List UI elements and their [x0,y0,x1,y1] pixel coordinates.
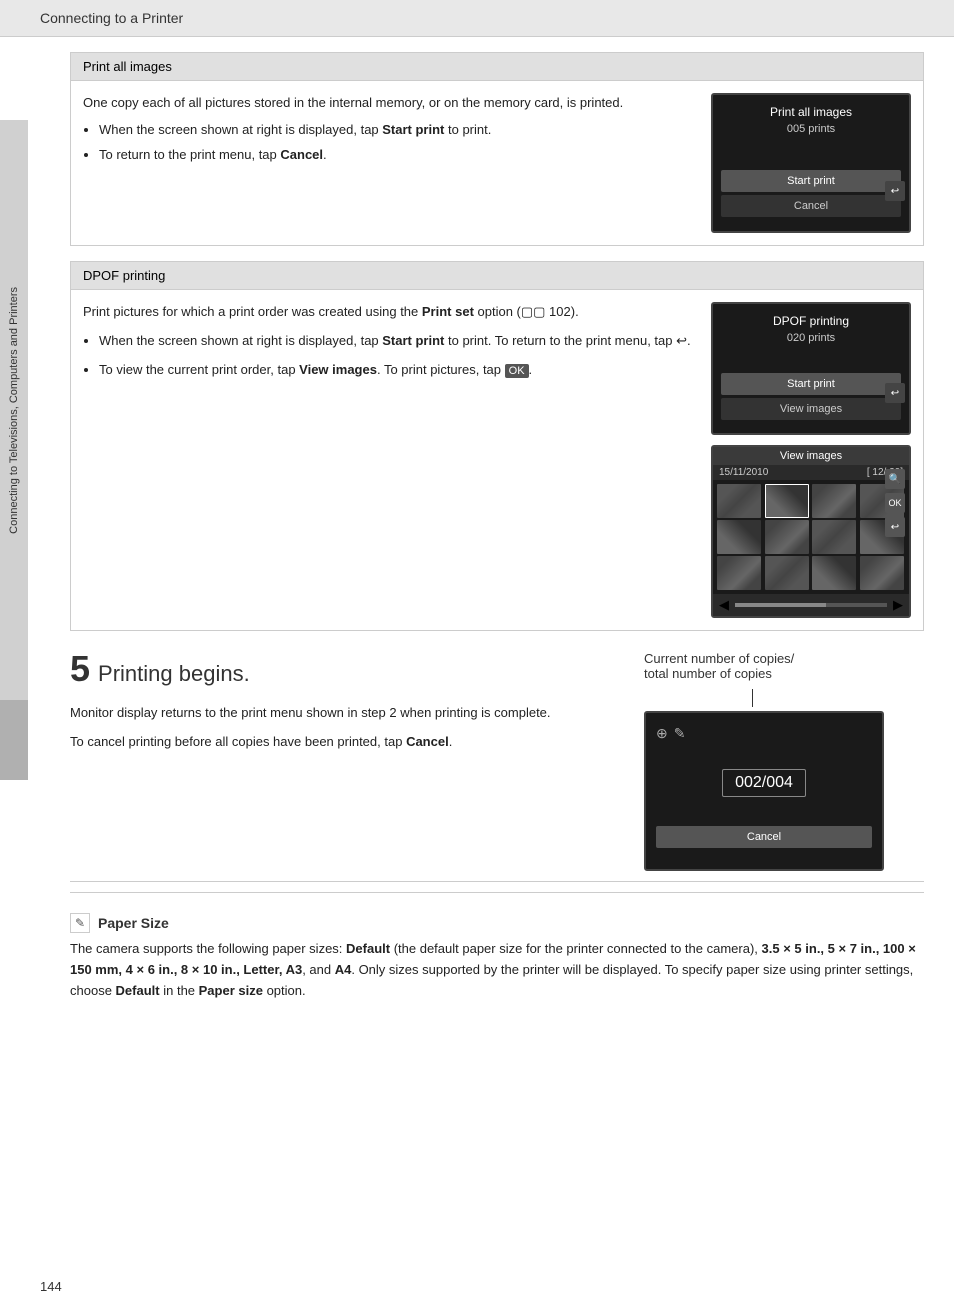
view-date-bar: 15/11/2010 [ 12/ 20] [713,465,909,480]
screen-title-1: Print all images [721,105,901,119]
step-5-section: 5 Printing begins. Monitor display retur… [70,651,924,882]
cancel-bold-1: Cancel [280,147,323,162]
grid-cell-9 [717,556,761,590]
note-title: Paper Size [98,915,169,931]
edit-icon: ✎ [674,725,686,742]
dpof-bullet-1: When the screen shown at right is displa… [99,331,691,352]
step-5-left: 5 Printing begins. Monitor display retur… [70,651,614,871]
print-cancel-btn: Cancel [656,826,872,848]
copies-label: Current number of copies/total number of… [644,651,924,681]
arrow-annotation [644,689,924,707]
print-all-images-text: One copy each of all pictures stored in … [83,93,691,233]
grid-cell-3 [812,484,856,518]
view-date: 15/11/2010 [719,467,768,478]
print-screen-inner: ⊕ ✎ 002/004 Cancel [646,713,882,860]
dpof-view-images-btn: View images [721,398,901,420]
print-set-bold: Print set [422,304,474,319]
dpof-screens: DPOF printing 020 prints Start print Vie… [711,302,911,618]
sidebar-label: Connecting to Televisions, Computers and… [8,287,20,534]
print-all-images-screen: Print all images 005 prints Start print … [711,93,911,233]
grid-cell-2 [765,484,809,518]
nav-track [735,603,887,607]
screen-back-btn-2: ↩ [885,383,905,403]
page-header-title: Connecting to a Printer [40,10,183,26]
grid-cell-6 [765,520,809,554]
print-screen: ⊕ ✎ 002/004 Cancel [644,711,884,871]
print-all-images-description: One copy each of all pictures stored in … [83,93,691,114]
grid-cell-7 [812,520,856,554]
start-print-bold-1: Start print [382,122,444,137]
page-number: 144 [40,1279,62,1294]
paper-size-option-bold: Paper size [199,983,263,998]
screen-back-btn-1: ↩ [885,181,905,201]
screen-subtitle-1: 005 prints [721,123,901,135]
paper-size-note: ✎ Paper Size The camera supports the fol… [70,913,924,1011]
step-body-2: To cancel printing before all copies hav… [70,732,614,753]
note-icon: ✎ [70,913,90,933]
cancel-bold-2: Cancel [406,734,449,749]
dpof-body: Print pictures for which a print order w… [71,290,923,630]
nav-left: ◀ [719,597,729,613]
view-images-header: View images [713,447,909,465]
print-all-images-title: Print all images [71,53,923,81]
nav-right: ▶ [893,597,903,613]
print-counter: 002/004 [722,769,806,797]
step-number: 5 [70,651,90,687]
print-all-images-bullet-2: To return to the print menu, tap Cancel. [99,145,691,166]
back-btn: ↩ [885,517,905,537]
dpof-title: DPOF printing [71,262,923,290]
print-all-images-section: Print all images One copy each of all pi… [70,52,924,246]
a4-bold: A4 [335,962,352,977]
step-title-container: 5 Printing begins. [70,651,614,695]
dpof-screen-1-inner: DPOF printing 020 prints Start print Vie… [713,304,909,433]
zoom-btn: 🔍 [885,469,905,489]
dpof-start-print-btn: Start print [721,373,901,395]
grid-cell-12 [860,556,904,590]
page-header: Connecting to a Printer [0,0,954,37]
print-all-images-bullet-1: When the screen shown at right is displa… [99,120,691,141]
arrow-line [752,689,924,707]
view-nav: ◀ ▶ [713,594,909,616]
main-content: Print all images One copy each of all pi… [40,52,954,1061]
power-icon: ⊕ [656,725,668,742]
step-5-right: Current number of copies/total number of… [644,651,924,871]
sidebar-vertical: Connecting to Televisions, Computers and… [0,120,28,700]
screen-inner-1: Print all images 005 prints Start print … [713,95,909,230]
dpof-bullets: When the screen shown at right is displa… [99,331,691,381]
grid-cell-11 [812,556,856,590]
step-title: Printing begins. [98,655,250,687]
view-images-main: 🔍 OK ↩ [713,480,909,594]
view-images-bold: View images [299,362,377,377]
note-header: ✎ Paper Size [70,913,924,933]
dpof-screen-title: DPOF printing [721,314,901,328]
sizes-bold: 3.5 × 5 in., 5 × 7 in., 100 × 150 mm, 4 … [70,941,916,977]
screen-cancel-1: Cancel [721,195,901,217]
note-body: The camera supports the following paper … [70,939,924,1001]
grid-cell-1 [717,484,761,518]
dpof-text: Print pictures for which a print order w… [83,302,691,618]
ok-btn-inline: OK [505,364,529,378]
print-all-images-bullets: When the screen shown at right is displa… [99,120,691,166]
default-bold: Default [346,941,390,956]
sidebar-tab [0,700,28,780]
view-controls: 🔍 OK ↩ [885,469,905,537]
screen-start-print-1: Start print [721,170,901,192]
dpof-screen-subtitle: 020 prints [721,332,901,344]
print-icons: ⊕ ✎ [656,725,872,742]
start-print-bold-2: Start print [382,333,444,348]
dpof-bullet-2: To view the current print order, tap Vie… [99,360,691,381]
view-images-screen: View images 15/11/2010 [ 12/ 20] [711,445,911,618]
grid-cell-10 [765,556,809,590]
dpof-description: Print pictures for which a print order w… [83,302,691,323]
ok-btn: OK [885,493,905,513]
print-all-images-body: One copy each of all pictures stored in … [71,81,923,245]
step-body-1: Monitor display returns to the print men… [70,703,614,724]
divider [70,892,924,893]
dpof-section: DPOF printing Print pictures for which a… [70,261,924,631]
default-bold-2: Default [116,983,160,998]
view-grid [713,480,909,594]
dpof-screen-1: DPOF printing 020 prints Start print Vie… [711,302,911,435]
print-progress-area: 002/004 [656,748,872,818]
grid-cell-5 [717,520,761,554]
